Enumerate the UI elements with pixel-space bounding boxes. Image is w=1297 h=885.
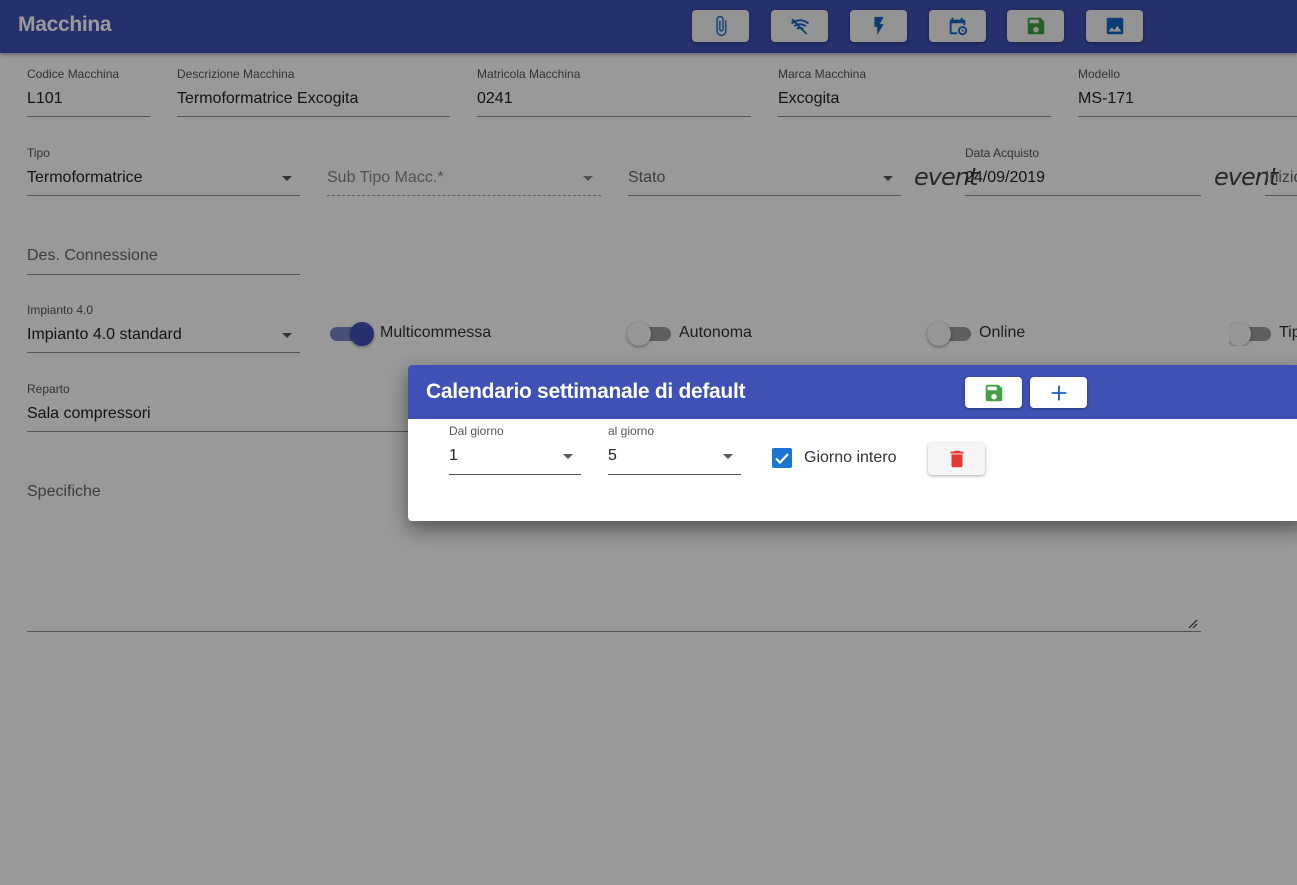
giorno-intero-label: Giorno intero <box>804 449 897 466</box>
dal-giorno-select[interactable]: Dal giorno 1 <box>449 424 581 475</box>
dal-giorno-label: Dal giorno <box>449 424 504 438</box>
al-giorno-label: al giorno <box>608 424 655 438</box>
chevron-down-icon <box>563 454 573 459</box>
dialog-header: Calendario settimanale di default <box>408 365 1297 419</box>
dal-giorno-value: 1 <box>449 447 458 464</box>
dialog-title: Calendario settimanale di default <box>426 380 746 403</box>
checkmark-icon <box>775 453 789 465</box>
delete-row-button[interactable] <box>928 443 985 475</box>
calendar-dialog: Calendario settimanale di default Dal gi… <box>408 365 1297 521</box>
trash-icon <box>950 450 963 468</box>
field-underline <box>608 474 741 475</box>
chevron-down-icon <box>723 454 733 459</box>
dialog-save-button[interactable] <box>965 377 1022 408</box>
field-underline <box>449 474 581 475</box>
al-giorno-select[interactable]: al giorno 5 <box>608 424 741 475</box>
al-giorno-value: 5 <box>608 447 617 464</box>
giorno-intero-checkbox[interactable] <box>772 448 792 468</box>
dialog-add-button[interactable] <box>1030 377 1087 408</box>
plus-icon <box>1051 385 1066 400</box>
save-icon <box>985 384 1002 401</box>
